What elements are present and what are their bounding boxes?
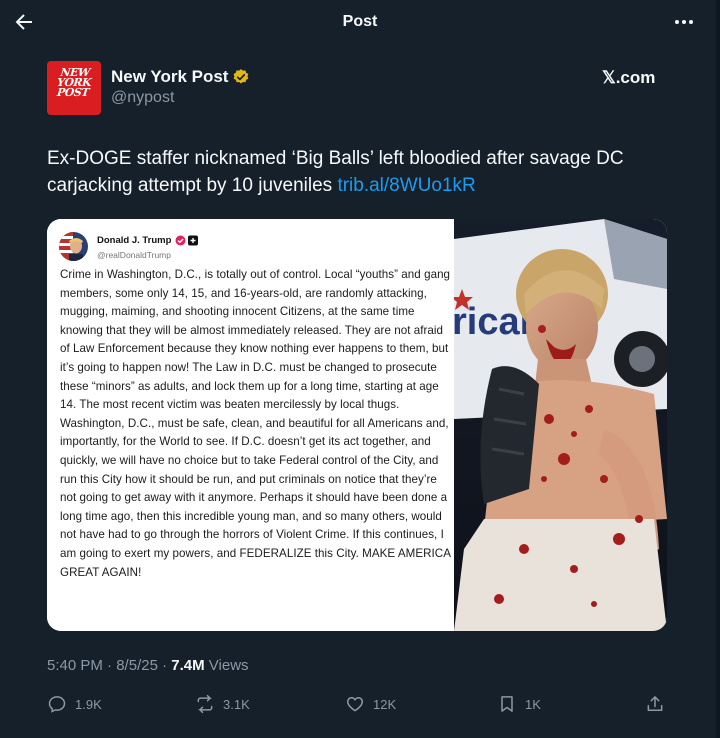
repost-icon bbox=[197, 694, 213, 714]
window-edge bbox=[716, 0, 720, 738]
avatar-logo-text: NEW YORK POST bbox=[56, 66, 92, 99]
page-title: Post bbox=[342, 13, 378, 30]
views-label: Views bbox=[204, 657, 249, 674]
meta-separator: · bbox=[157, 657, 172, 674]
like-count: 12K bbox=[373, 696, 397, 712]
author-handle[interactable]: @nypost bbox=[111, 89, 174, 107]
bookmark-count: 1K bbox=[525, 696, 541, 712]
top-bar: Post bbox=[0, 0, 720, 46]
tweet-meta: 5:40 PM · 8/5/25 · 7.4M Views bbox=[47, 657, 249, 674]
reply-button[interactable]: 1.9K bbox=[47, 693, 102, 715]
source-label: 𝕏.com bbox=[602, 68, 656, 87]
news-photo: rican bbox=[454, 219, 667, 631]
author-avatar[interactable]: NEW YORK POST bbox=[47, 61, 101, 115]
share-button[interactable] bbox=[645, 693, 673, 715]
tweet-link[interactable]: trib.al/8WUo1kR bbox=[337, 175, 475, 196]
heart-icon bbox=[346, 696, 364, 712]
embedded-author-name: Donald J. Trump bbox=[97, 235, 172, 246]
bookmark-icon bbox=[501, 696, 513, 712]
verified-badge-icon bbox=[233, 69, 249, 84]
embedded-post-screenshot: Donald J. Trump @realDonaldTrump Crime i… bbox=[47, 219, 454, 631]
tweet-time[interactable]: 5:40 PM bbox=[47, 657, 103, 674]
tweet-body: Ex-DOGE staffer nicknamed ‘Big Balls’ le… bbox=[47, 148, 624, 196]
embedded-author-handle: @realDonaldTrump bbox=[97, 250, 171, 260]
tweet-media[interactable]: Donald J. Trump @realDonaldTrump Crime i… bbox=[47, 219, 667, 631]
embedded-post-body: Crime in Washington, D.C., is totally ou… bbox=[60, 268, 451, 579]
author-name[interactable]: New York Post bbox=[111, 67, 228, 87]
meta-separator: · bbox=[102, 657, 117, 674]
like-button[interactable]: 12K bbox=[345, 693, 396, 715]
tweet-date[interactable]: 8/5/25 bbox=[116, 657, 158, 674]
bookmark-button[interactable]: 1K bbox=[497, 693, 541, 715]
embedded-badges-icon bbox=[175, 235, 198, 246]
action-bar: 1.9K 3.1K 12K 1K bbox=[47, 693, 667, 717]
repost-count: 3.1K bbox=[223, 696, 250, 712]
reply-icon bbox=[48, 696, 66, 713]
views-count: 7.4M bbox=[171, 657, 205, 674]
share-icon bbox=[647, 696, 663, 711]
more-options-icon[interactable] bbox=[672, 10, 696, 34]
tweet-text: Ex-DOGE staffer nicknamed ‘Big Balls’ le… bbox=[47, 145, 687, 199]
repost-button[interactable]: 3.1K bbox=[195, 693, 250, 715]
embedded-avatar bbox=[59, 232, 88, 261]
reply-count: 1.9K bbox=[75, 696, 102, 712]
